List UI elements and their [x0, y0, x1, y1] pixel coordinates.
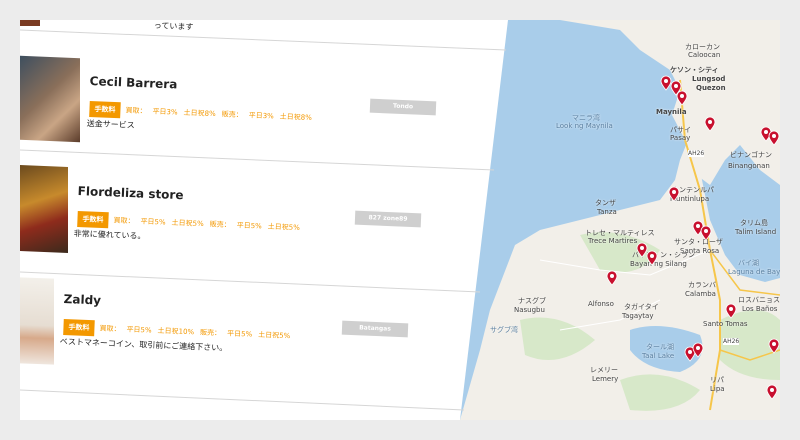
screenshot-stage: カローカン Caloocan ケソン・シティ Lungsod Quezon Ma…	[20, 20, 780, 420]
sell-weekday: 平日5%	[226, 329, 253, 339]
buy-label: 買取：	[99, 324, 121, 334]
sell-label: 販売：	[199, 328, 222, 338]
buy-weekend: 土日祝10%	[157, 326, 195, 337]
fee-badge: 手数料	[63, 318, 95, 337]
location-tag[interactable]: Batangas	[341, 320, 409, 338]
buy-weekday: 平日5%	[126, 325, 152, 335]
listing-photo[interactable]	[20, 277, 54, 365]
listing-name[interactable]: Zaldy	[63, 292, 101, 307]
sell-weekend: 土日祝5%	[258, 330, 291, 341]
listing-card[interactable]: Zaldy 手数料 買取： 平日5% 土日祝10% 販売： 平日5% 土日祝5% ベストマ…	[20, 20, 490, 392]
listing-panel: っています Cecil Barrera 手数料 買取： 平日3% 土日祝8% 販売：平…	[20, 20, 780, 420]
